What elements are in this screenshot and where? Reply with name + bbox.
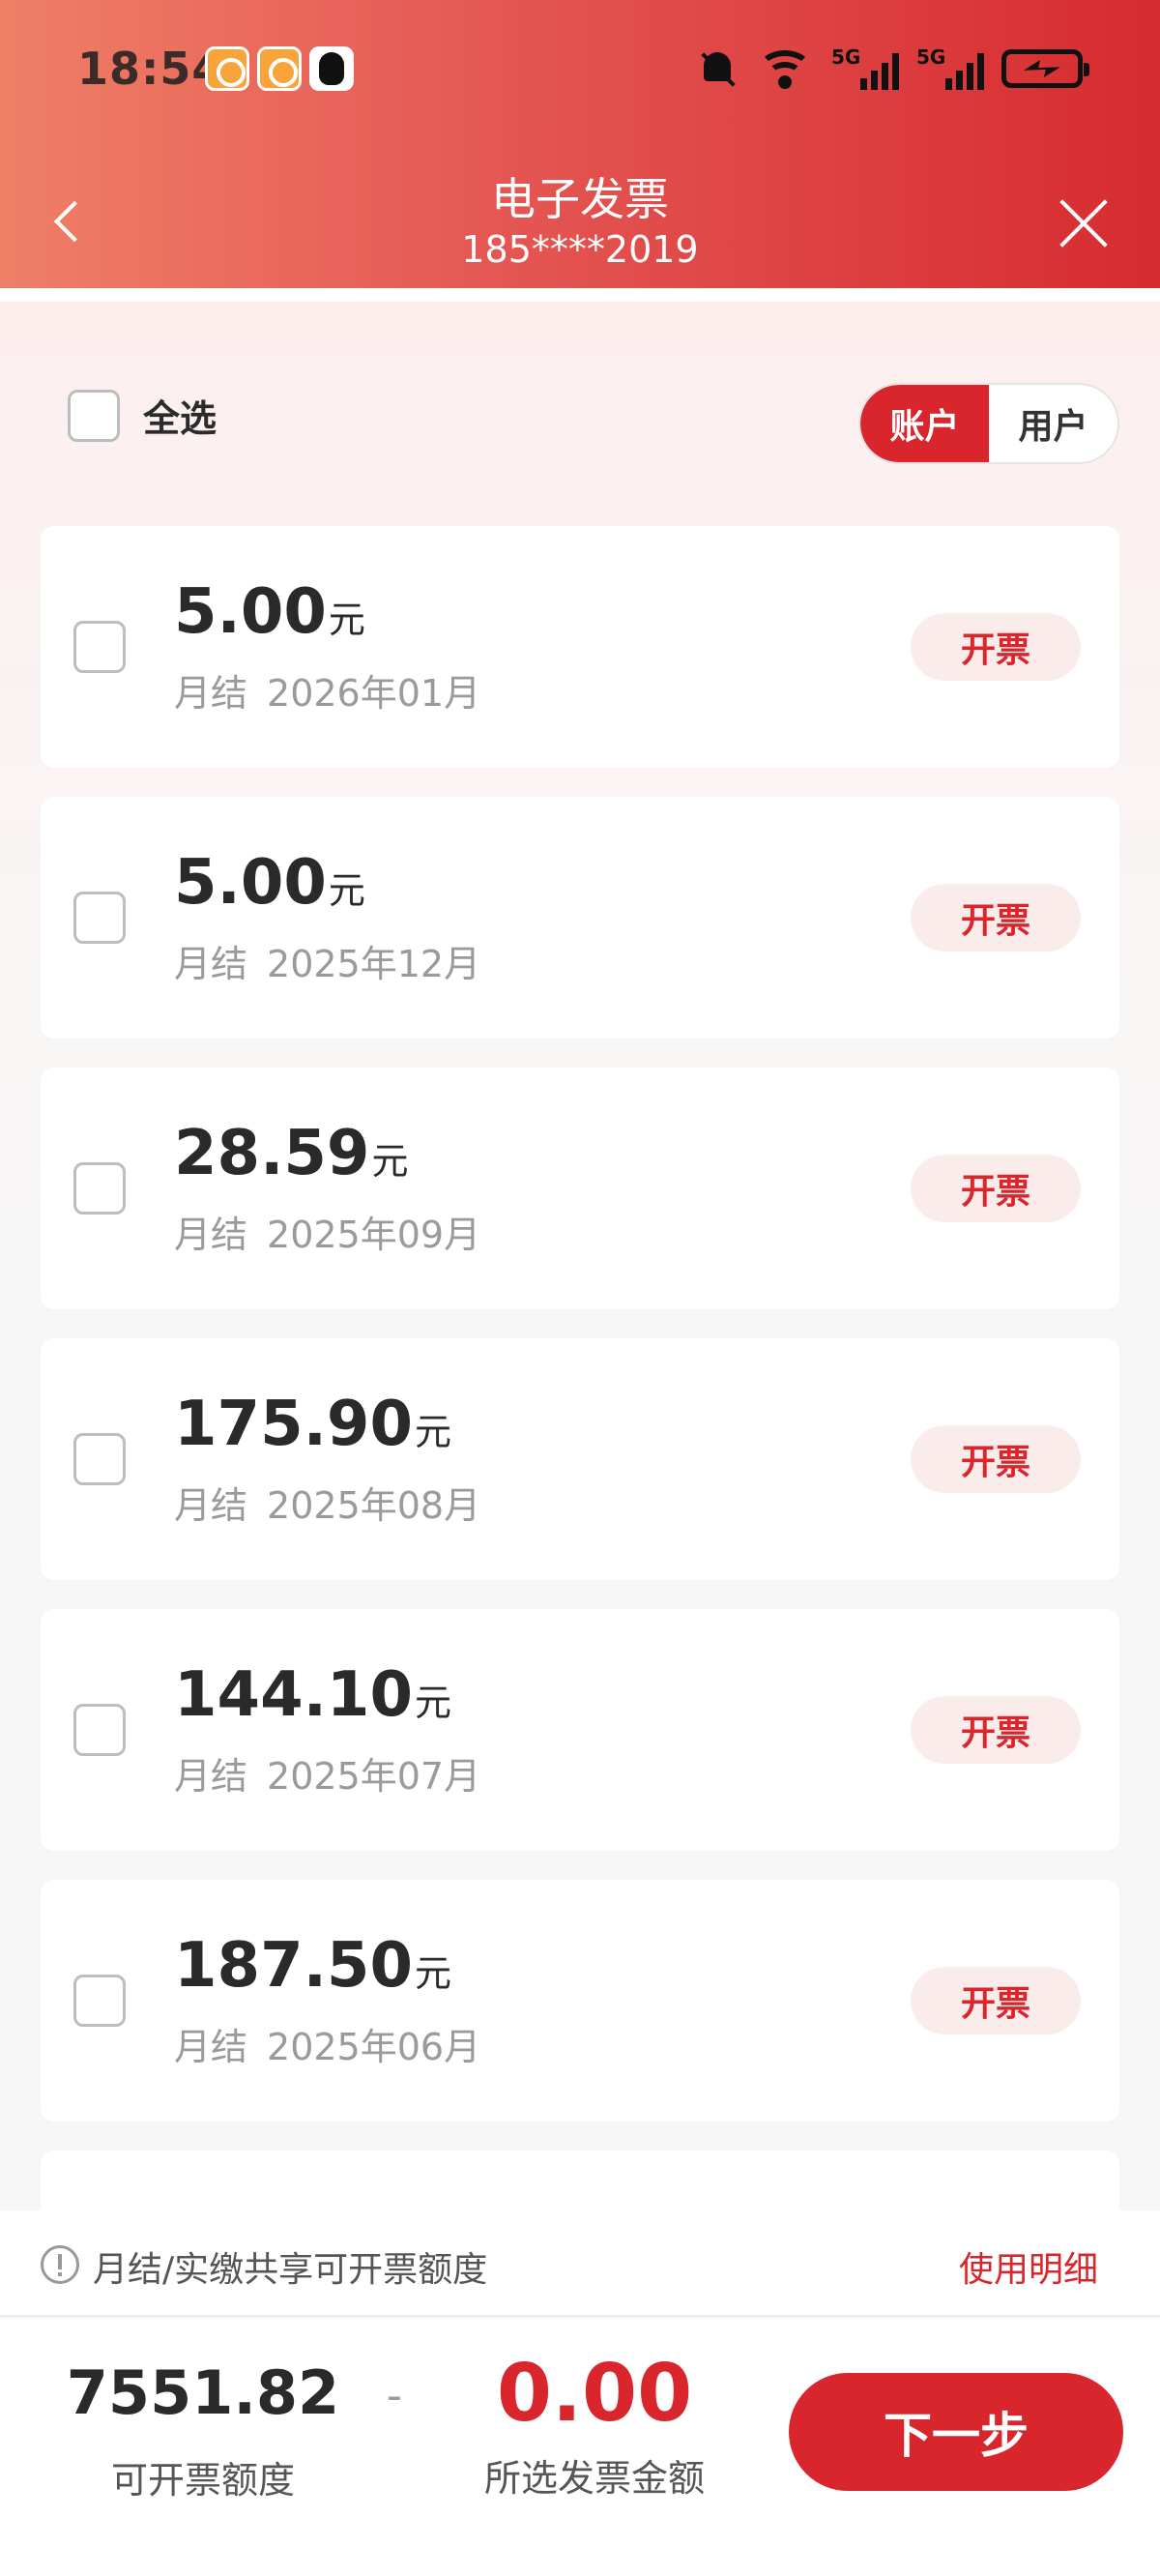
selected-amount-value: 0.00 (496, 2348, 693, 2440)
invoice-card: 28.59 元 月结 2025年09月 开票 (41, 1068, 1119, 1309)
issue-invoice-button[interactable]: 开票 (911, 1696, 1081, 1764)
select-all-checkbox[interactable] (68, 389, 120, 442)
mute-bell-icon (696, 46, 739, 91)
separator: - (387, 2371, 402, 2420)
issue-invoice-button[interactable]: 开票 (911, 1425, 1081, 1493)
battery-charging-icon (1001, 49, 1089, 88)
app-notification-icon (205, 46, 249, 91)
signal-icon: 5G (831, 45, 899, 90)
issue-invoice-button[interactable]: 开票 (911, 884, 1081, 951)
available-quota-value: 7551.82 (66, 2357, 340, 2428)
invoice-checkbox[interactable] (73, 1975, 126, 2027)
usage-details-link[interactable]: 使用明细 (959, 2241, 1098, 2292)
invoice-amount: 28.59 元 (174, 1118, 409, 1189)
invoice-checkbox[interactable] (73, 1704, 126, 1756)
invoice-period: 月结 2025年08月 (174, 1484, 481, 1527)
invoice-checkbox[interactable] (73, 621, 126, 673)
footer-bar: 7551.82 可开票额度 - 0.00 所选发票金额 下一步 (0, 2319, 1160, 2576)
status-time: 18:54 (77, 43, 224, 95)
status-bar: 18:54 5G 5G (0, 0, 1160, 145)
quota-notice: 月结/实缴共享可开票额度 使用明细 (0, 2210, 1160, 2317)
invoice-card: 5.00 元 月结 2026年01月 开票 (41, 526, 1119, 768)
header: 18:54 5G 5G 电子发票 185****2019 (0, 0, 1160, 288)
invoice-period: 月结 2025年06月 (174, 2026, 481, 2068)
page-title: 电子发票 (491, 173, 669, 225)
invoice-period: 月结 2025年12月 (174, 943, 481, 985)
invoice-period: 月结 2025年09月 (174, 1214, 481, 1256)
invoice-amount: 187.50 元 (174, 1930, 451, 2002)
invoice-amount: 5.00 元 (174, 576, 365, 648)
wifi-icon (756, 46, 814, 91)
app-notification-icon (257, 46, 302, 91)
page-subtitle-phone: 185****2019 (461, 228, 699, 271)
issue-invoice-button[interactable]: 开票 (911, 1155, 1081, 1222)
issue-invoice-button[interactable]: 开票 (911, 613, 1081, 681)
available-quota-label: 可开票额度 (110, 2459, 295, 2502)
segment-user[interactable]: 用户 (989, 385, 1117, 462)
invoice-card: 5.00 元 月结 2025年12月 开票 (41, 797, 1119, 1039)
invoice-amount: 5.00 元 (174, 847, 365, 919)
invoice-card: 175.90 元 月结 2025年08月 开票 (41, 1338, 1119, 1580)
invoice-card: 144.10 元 月结 2025年07月 开票 (41, 1609, 1119, 1851)
system-icons: 5G 5G (696, 44, 1089, 93)
close-icon[interactable] (1058, 197, 1110, 249)
select-all[interactable]: 全选 (68, 389, 217, 442)
account-user-toggle[interactable]: 账户 用户 (858, 383, 1119, 464)
invoice-period: 月结 2025年07月 (174, 1755, 481, 1798)
invoice-period: 月结 2026年01月 (174, 672, 481, 715)
invoice-amount: 175.90 元 (174, 1389, 451, 1460)
next-step-button[interactable]: 下一步 (789, 2373, 1123, 2491)
segment-account[interactable]: 账户 (860, 385, 989, 462)
notice-text: 月结/实缴共享可开票额度 (93, 2250, 488, 2290)
qq-notification-icon (309, 46, 354, 91)
signal-icon: 5G (916, 45, 984, 90)
selected-amount-label: 所选发票金额 (483, 2457, 705, 2500)
invoice-checkbox[interactable] (73, 1433, 126, 1485)
invoice-card: 187.50 元 月结 2025年06月 开票 (41, 1880, 1119, 2122)
issue-invoice-button[interactable]: 开票 (911, 1967, 1081, 2034)
info-icon (41, 2245, 79, 2284)
select-all-label: 全选 (143, 397, 218, 440)
invoice-amount: 144.10 元 (174, 1659, 451, 1731)
invoice-checkbox[interactable] (73, 1162, 126, 1215)
invoice-checkbox[interactable] (73, 892, 126, 944)
